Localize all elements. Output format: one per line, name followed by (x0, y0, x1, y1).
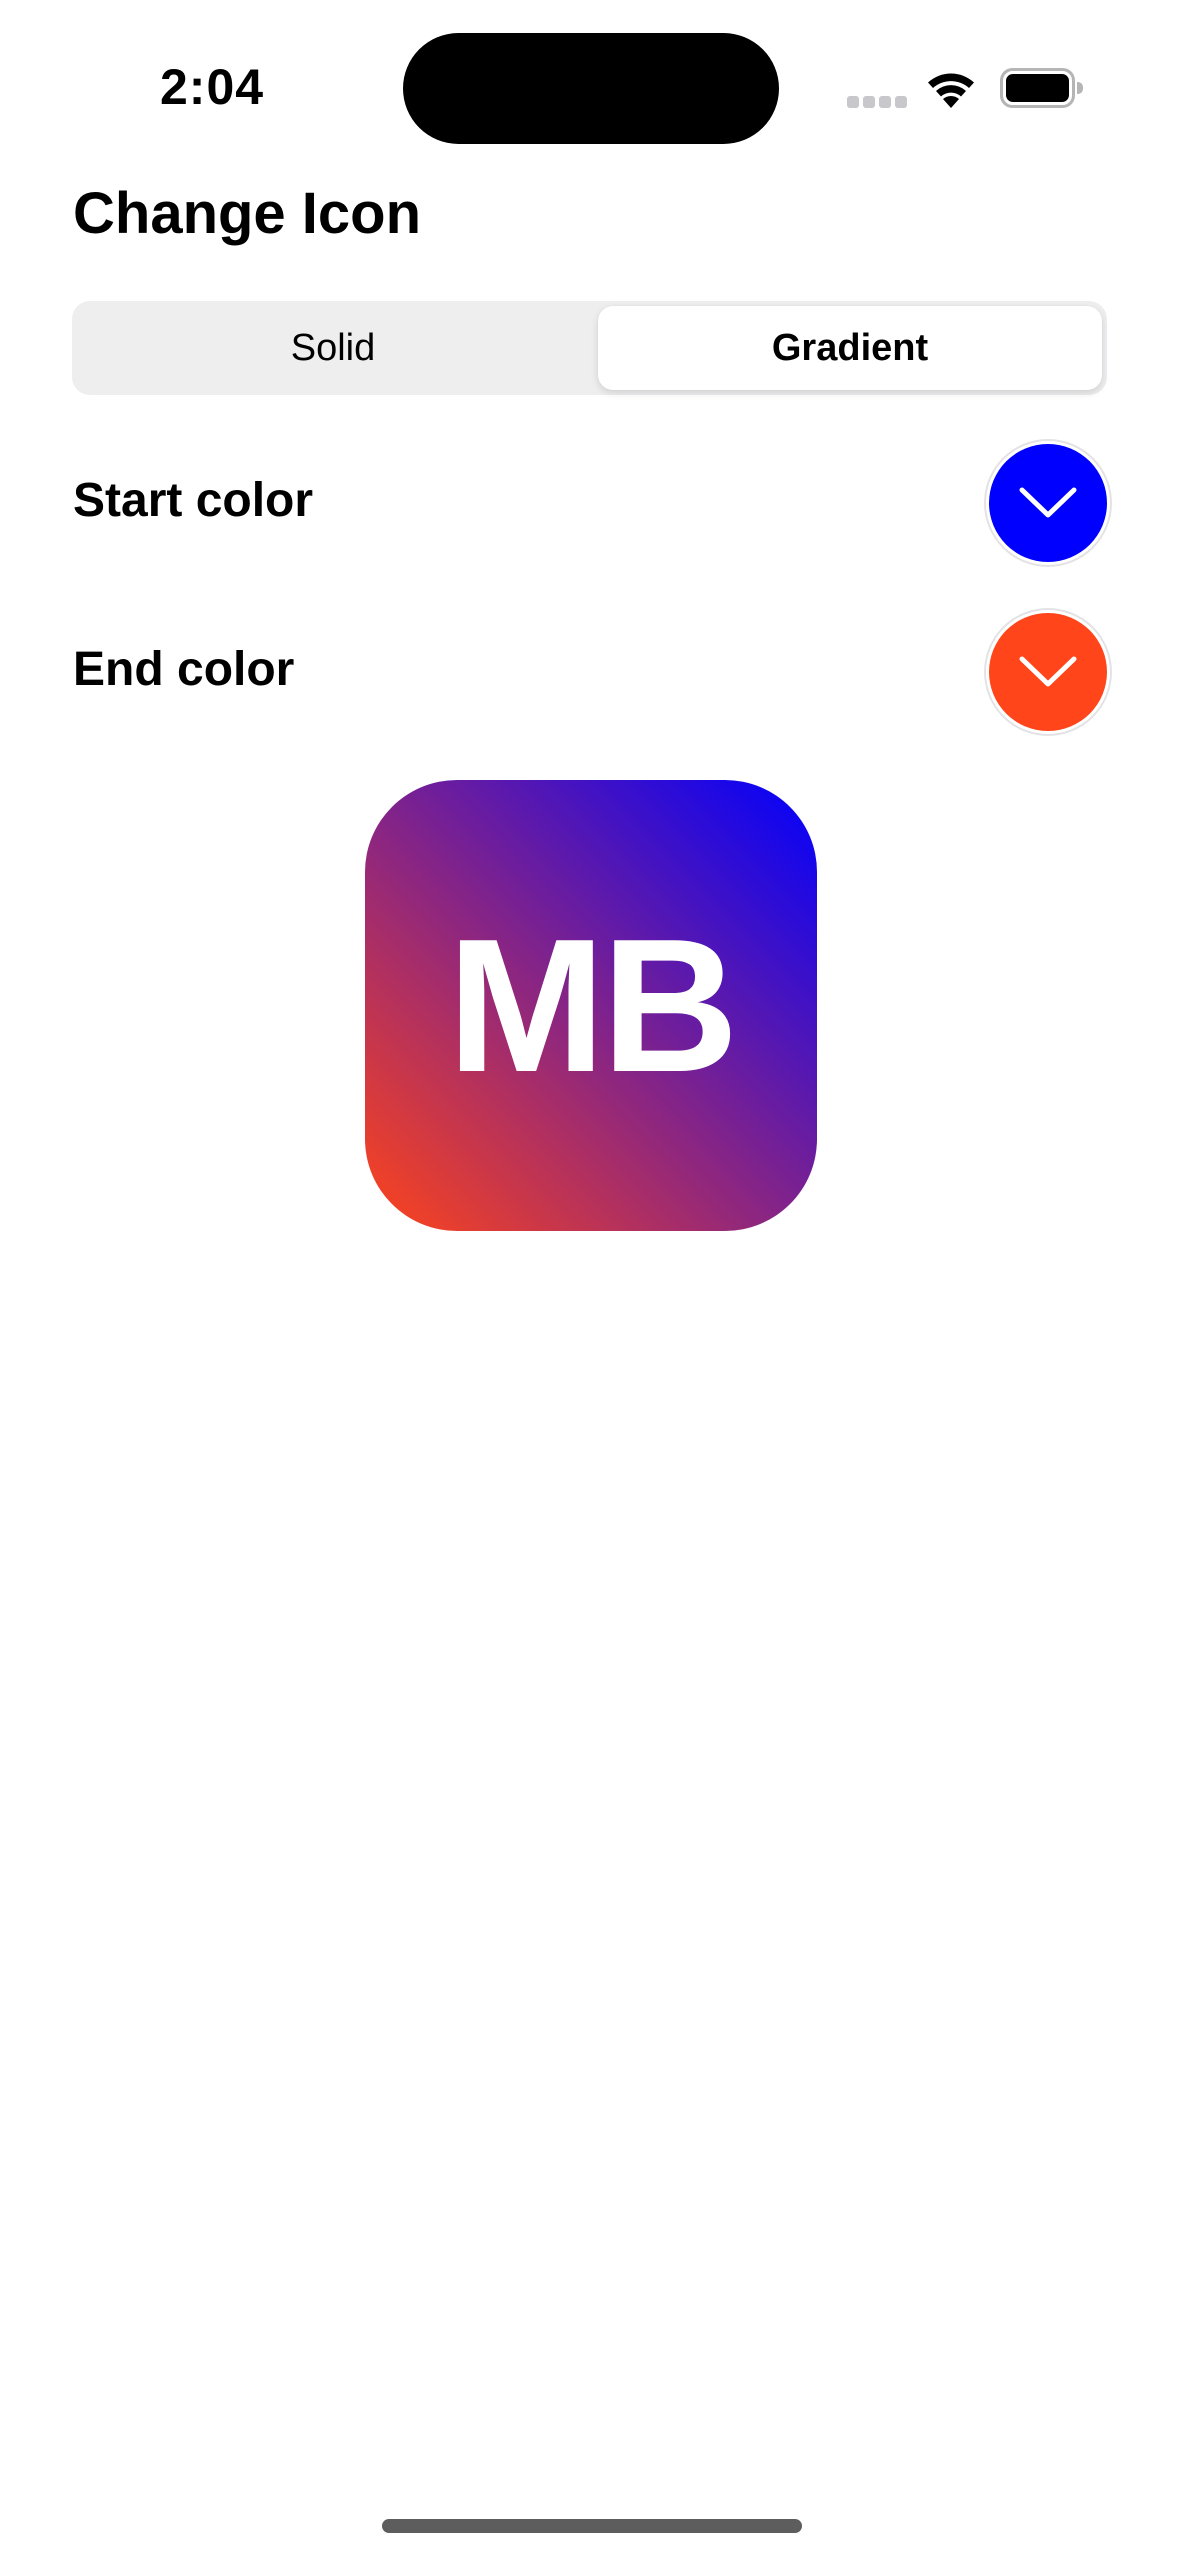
segment-gradient[interactable]: Gradient (598, 306, 1102, 390)
chevron-down-icon (1019, 487, 1077, 518)
cellular-signal-icon (847, 96, 907, 108)
wifi-icon (928, 73, 974, 108)
start-color-label: Start color (73, 474, 314, 527)
battery-icon (1000, 68, 1083, 108)
app-icon-initials: MB (447, 899, 738, 1112)
start-color-picker-button[interactable] (989, 444, 1107, 562)
chevron-down-icon (1019, 656, 1077, 687)
page-title: Change Icon (73, 181, 422, 246)
end-color-label: End color (73, 643, 295, 696)
segment-solid[interactable]: Solid (77, 306, 589, 390)
status-time: 2:04 (160, 59, 265, 115)
dynamic-island (403, 33, 779, 144)
home-indicator (382, 2519, 802, 2533)
end-color-picker-button[interactable] (989, 613, 1107, 731)
icon-style-segmented-control: Solid Gradient (72, 301, 1107, 395)
app-icon-preview: MB (365, 780, 817, 1231)
